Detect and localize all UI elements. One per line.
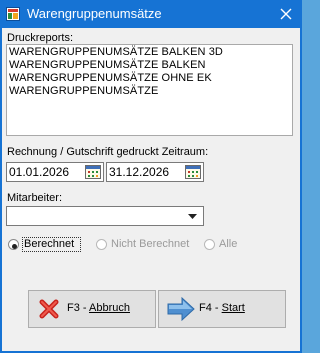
cancel-label: F3 - Abbruch: [67, 302, 130, 314]
window-border-right: [300, 28, 302, 353]
list-item[interactable]: WARENGRUPPENUMSÄTZE BALKEN 3D: [9, 46, 223, 58]
reports-list[interactable]: WARENGRUPPENUMSÄTZE BALKEN 3D WARENGRUPP…: [6, 44, 293, 136]
date-to-field[interactable]: 31.12.2026: [106, 162, 204, 182]
radio-label: Nicht Berechnet: [111, 238, 190, 250]
app-icon: [6, 7, 20, 21]
radio-label: Berechnet: [24, 238, 75, 250]
title-bar[interactable]: Warengruppenumsätze: [0, 0, 302, 28]
cancel-button[interactable]: F3 - Abbruch: [28, 290, 156, 328]
reports-label: Druckreports:: [7, 32, 74, 44]
list-item[interactable]: WARENGRUPPENUMSÄTZE: [9, 85, 158, 97]
list-item[interactable]: WARENGRUPPENUMSÄTZE OHNE EK: [9, 72, 212, 84]
employee-label: Mitarbeiter:: [7, 192, 63, 204]
radio-circle: [96, 239, 107, 250]
list-item[interactable]: WARENGRUPPENUMSÄTZE BALKEN: [9, 59, 206, 71]
dialog-window: Warengruppenumsätze Druckreports: WARENG…: [0, 0, 302, 353]
date-from-value: 01.01.2026: [9, 165, 70, 179]
radio-label: Alle: [219, 238, 238, 250]
radio-circle: [8, 239, 19, 250]
window-title: Warengruppenumsätze: [27, 6, 162, 21]
chevron-down-icon[interactable]: [188, 214, 197, 219]
radio-circle: [204, 239, 215, 250]
date-from-field[interactable]: 01.01.2026: [6, 162, 104, 182]
period-label: Rechnung / Gutschrift gedruckt Zeitraum:: [7, 146, 209, 158]
start-label: F4 - Start: [199, 302, 245, 314]
arrow-right-icon: [167, 297, 195, 321]
date-to-value: 31.12.2026: [109, 165, 170, 179]
red-x-icon: [39, 299, 59, 319]
calendar-icon[interactable]: [85, 165, 101, 179]
start-button[interactable]: F4 - Start: [158, 290, 286, 328]
close-icon[interactable]: [276, 4, 296, 24]
calendar-icon[interactable]: [185, 165, 201, 179]
employee-dropdown[interactable]: [6, 206, 204, 226]
